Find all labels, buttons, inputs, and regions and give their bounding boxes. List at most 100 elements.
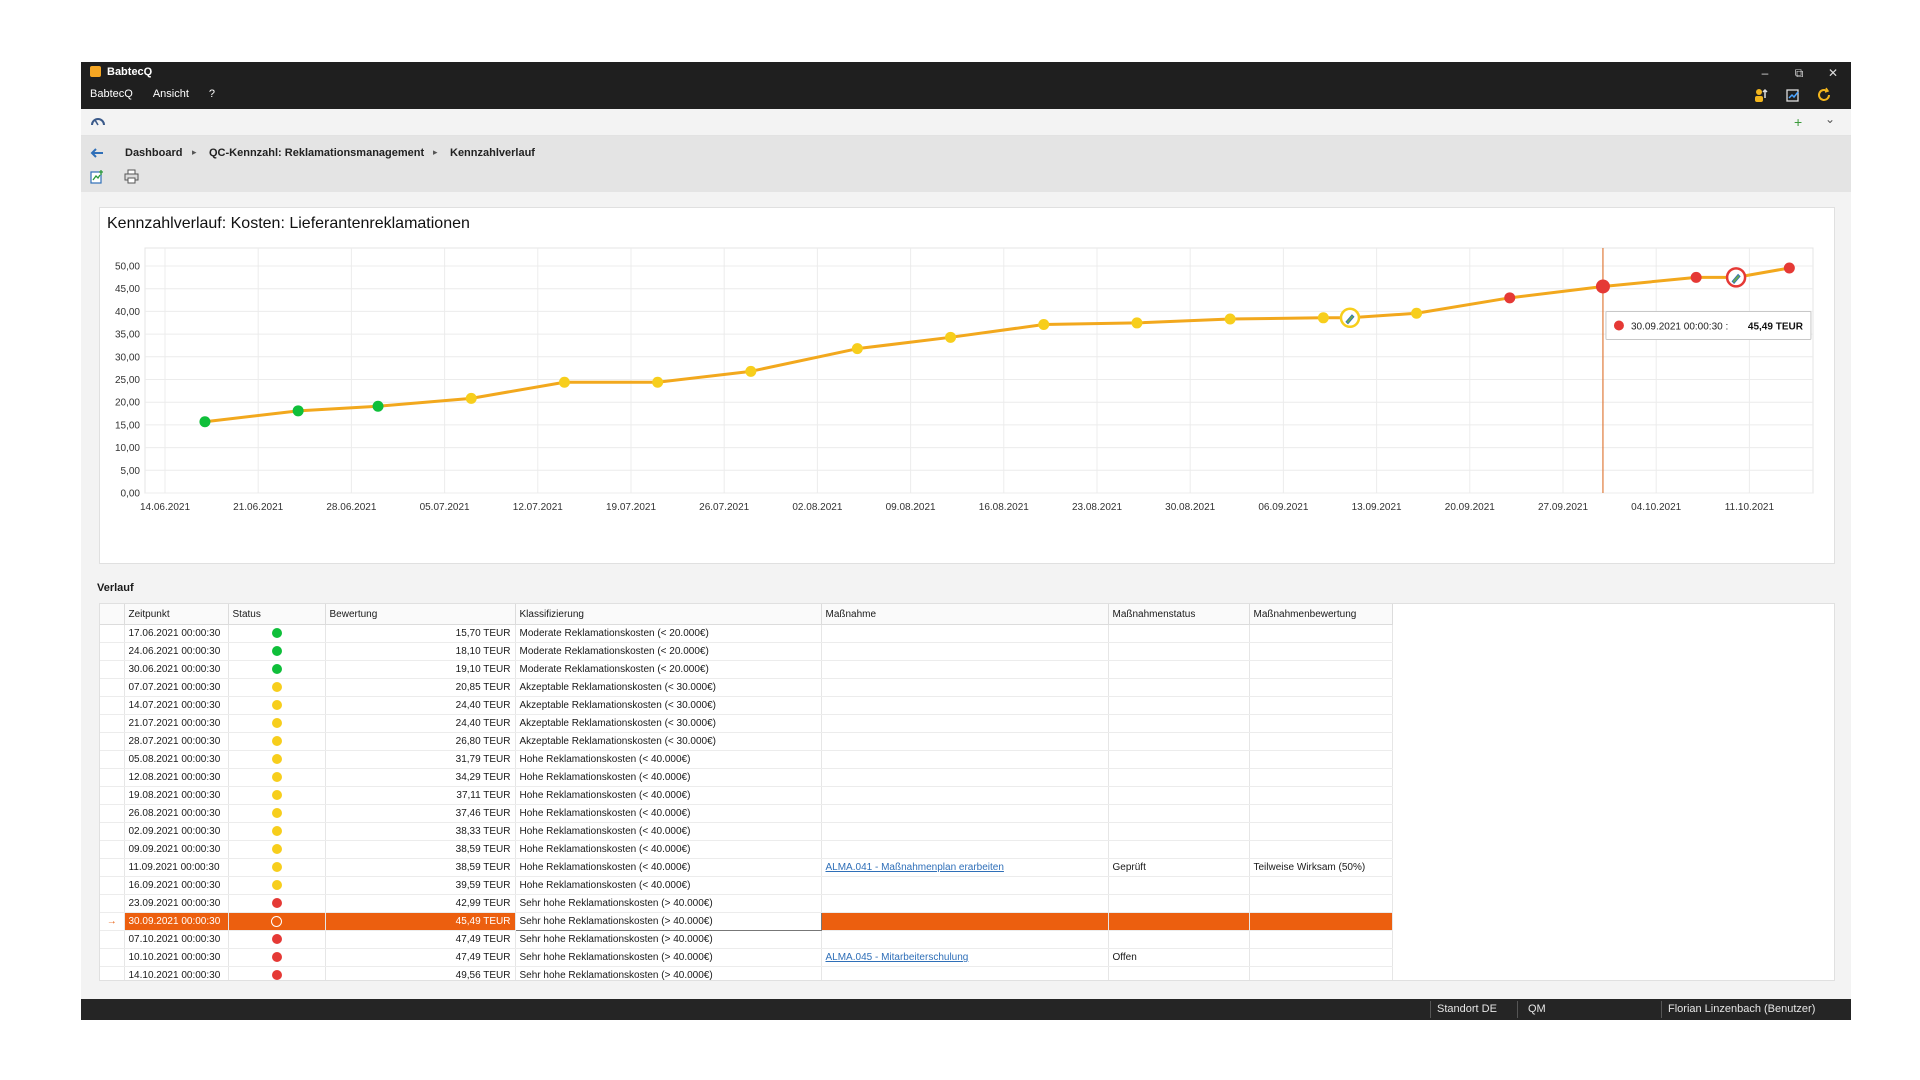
back-arrow-icon[interactable] bbox=[90, 147, 104, 159]
table-row[interactable]: 16.09.2021 00:00:30 39,59 TEUR Hohe Reklam… bbox=[100, 876, 1393, 895]
cell-massnahmenbewertung bbox=[1249, 624, 1393, 643]
cell-klassifizierung: Hohe Reklamationskosten (< 40.000€) bbox=[515, 786, 822, 805]
x-tick-label: 13.09.2021 bbox=[1352, 502, 1402, 513]
cell-klassifizierung: Hohe Reklamationskosten (< 40.000€) bbox=[515, 858, 822, 877]
verlauf-table-panel: Zeitpunkt Status Bewertung Klassifizieru… bbox=[99, 603, 1835, 981]
table-row[interactable]: 30.06.2021 00:00:30 19,10 TEUR Moderate Re… bbox=[100, 660, 1393, 679]
statusbar-separator bbox=[1517, 1001, 1518, 1018]
status-dot-icon bbox=[271, 844, 282, 855]
cell-massnahme: ALMA.045 - Mitarbeiterschulung bbox=[821, 948, 1109, 967]
table-row[interactable]: 11.09.2021 00:00:30 38,59 TEUR Hohe Reklam… bbox=[100, 858, 1393, 877]
cell-massnahme bbox=[821, 660, 1109, 679]
table-row[interactable]: 07.07.2021 00:00:30 20,85 TEUR Akzeptable … bbox=[100, 678, 1393, 697]
chart-edit-icon[interactable] bbox=[1785, 87, 1801, 103]
data-point bbox=[1595, 279, 1610, 294]
minimize-button[interactable]: – bbox=[1755, 65, 1775, 81]
kennzahl-line-chart[interactable]: 50,00 45,00 40,00 35,00 30,00 25,00 20,00 15,00… bbox=[100, 208, 1834, 563]
restore-button[interactable]: ⧉ bbox=[1789, 65, 1809, 81]
table-row[interactable]: 14.10.2021 00:00:30 49,56 TEUR Sehr hohe R… bbox=[100, 966, 1393, 980]
status-dot-icon bbox=[271, 700, 282, 711]
status-dot-icon bbox=[271, 970, 282, 980]
data-point bbox=[945, 331, 957, 343]
y-tick-label: 45,00 bbox=[115, 284, 140, 295]
breadcrumb-dashboard[interactable]: Dashboard bbox=[125, 147, 182, 159]
dashboard-gauge-icon[interactable] bbox=[90, 114, 106, 130]
series-line bbox=[204, 266, 1790, 424]
cell-massnahmenstatus bbox=[1108, 840, 1250, 859]
header-zeitpunkt[interactable]: Zeitpunkt bbox=[124, 604, 229, 625]
refresh-icon[interactable] bbox=[1816, 87, 1832, 103]
table-row[interactable]: 24.06.2021 00:00:30 18,10 TEUR Moderate Re… bbox=[100, 642, 1393, 661]
header-massnahmenstatus[interactable]: Maßnahmenstatus bbox=[1108, 604, 1250, 625]
y-tick-label: 10,00 bbox=[115, 443, 140, 454]
cell-klassifizierung: Hohe Reklamationskosten (< 40.000€) bbox=[515, 750, 822, 769]
table-row[interactable]: 09.09.2021 00:00:30 38,59 TEUR Hohe Reklam… bbox=[100, 840, 1393, 859]
menu-ansicht[interactable]: Ansicht bbox=[153, 88, 189, 100]
header-massnahmenbewertung[interactable]: Maßnahmenbewertung bbox=[1249, 604, 1393, 625]
cell-status bbox=[228, 804, 326, 823]
cell-klassifizierung: Akzeptable Reklamationskosten (< 30.000€… bbox=[515, 732, 822, 751]
export-excel-icon[interactable] bbox=[90, 169, 105, 184]
menu-help[interactable]: ? bbox=[209, 88, 215, 100]
cell-massnahmenstatus bbox=[1108, 768, 1250, 787]
row-indicator bbox=[100, 732, 125, 751]
table-row[interactable]: 14.07.2021 00:00:30 24,40 TEUR Akzeptable … bbox=[100, 696, 1393, 715]
header-massnahme[interactable]: Maßnahme bbox=[821, 604, 1109, 625]
cell-massnahmenstatus bbox=[1108, 678, 1250, 697]
table-row[interactable]: 26.08.2021 00:00:30 37,46 TEUR Hohe Reklam… bbox=[100, 804, 1393, 823]
breadcrumb-kennzahlverlauf: Kennzahlverlauf bbox=[450, 147, 535, 159]
table-row[interactable]: → 30.09.2021 00:00:30 45,49 TEUR Sehr hohe … bbox=[100, 912, 1393, 931]
cell-massnahmenstatus bbox=[1108, 750, 1250, 769]
cell-bewertung: 38,59 TEUR bbox=[325, 840, 516, 859]
row-indicator bbox=[100, 678, 125, 697]
close-button[interactable]: ✕ bbox=[1823, 65, 1843, 81]
table-row[interactable]: 07.10.2021 00:00:30 47,49 TEUR Sehr hohe R… bbox=[100, 930, 1393, 949]
cell-zeitpunkt: 28.07.2021 00:00:30 bbox=[124, 732, 229, 751]
table-row[interactable]: 17.06.2021 00:00:30 15,70 TEUR Moderate Re… bbox=[100, 624, 1393, 643]
cell-status bbox=[228, 894, 326, 913]
massnahme-link[interactable]: ALMA.045 - Mitarbeiterschulung bbox=[826, 952, 969, 963]
header-bewertung[interactable]: Bewertung bbox=[325, 604, 516, 625]
cell-klassifizierung: Akzeptable Reklamationskosten (< 30.000€… bbox=[515, 678, 822, 697]
massnahme-link[interactable]: ALMA.041 - Maßnahmenplan erarbeiten bbox=[826, 862, 1004, 873]
breadcrumb-separator: ▸ bbox=[192, 147, 197, 157]
table-row[interactable]: 05.08.2021 00:00:30 31,79 TEUR Hohe Reklam… bbox=[100, 750, 1393, 769]
cell-bewertung: 20,85 TEUR bbox=[325, 678, 516, 697]
cell-massnahme bbox=[821, 966, 1109, 980]
data-point bbox=[558, 376, 570, 388]
breadcrumb-qc-kennzahl[interactable]: QC-Kennzahl: Reklamationsmanagement bbox=[209, 147, 424, 159]
x-tick-label: 02.08.2021 bbox=[792, 502, 842, 513]
status-user: Florian Linzenbach (Benutzer) bbox=[1668, 1003, 1816, 1015]
x-tick-label: 26.07.2021 bbox=[699, 502, 749, 513]
cell-bewertung: 37,46 TEUR bbox=[325, 804, 516, 823]
cell-bewertung: 38,33 TEUR bbox=[325, 822, 516, 841]
table-row[interactable]: 12.08.2021 00:00:30 34,29 TEUR Hohe Reklam… bbox=[100, 768, 1393, 787]
verlauf-table: Zeitpunkt Status Bewertung Klassifizieru… bbox=[100, 604, 1393, 980]
table-row[interactable]: 10.10.2021 00:00:30 47,49 TEUR Sehr hohe R… bbox=[100, 948, 1393, 967]
users-icon[interactable] bbox=[1754, 87, 1770, 103]
table-row[interactable]: 02.09.2021 00:00:30 38,33 TEUR Hohe Reklam… bbox=[100, 822, 1393, 841]
x-tick-label: 27.09.2021 bbox=[1538, 502, 1588, 513]
table-row[interactable]: 21.07.2021 00:00:30 24,40 TEUR Akzeptable … bbox=[100, 714, 1393, 733]
add-tab-button[interactable]: + bbox=[1794, 114, 1802, 130]
status-dot-icon bbox=[271, 772, 282, 783]
cell-massnahme bbox=[821, 912, 1109, 931]
data-point bbox=[1504, 292, 1516, 304]
status-dot-icon bbox=[271, 790, 282, 801]
title-bar: BabtecQ BabtecQ Ansicht ? – ⧉ ✕ bbox=[81, 62, 1851, 109]
header-status[interactable]: Status bbox=[228, 604, 326, 625]
chart-panel: Kennzahlverlauf: Kosten: Lieferantenrekl… bbox=[99, 207, 1835, 564]
table-row[interactable]: 23.09.2021 00:00:30 42,99 TEUR Sehr hohe R… bbox=[100, 894, 1393, 913]
menu-babtecq[interactable]: BabtecQ bbox=[90, 88, 133, 100]
cell-klassifizierung: Hohe Reklamationskosten (< 40.000€) bbox=[515, 804, 822, 823]
table-row[interactable]: 19.08.2021 00:00:30 37,11 TEUR Hohe Reklam… bbox=[100, 786, 1393, 805]
cell-klassifizierung: Sehr hohe Reklamationskosten (> 40.000€) bbox=[515, 948, 822, 967]
print-icon[interactable] bbox=[124, 169, 139, 184]
app-logo-icon bbox=[90, 66, 101, 77]
tab-dropdown-button[interactable]: ⌄ bbox=[1825, 112, 1835, 126]
cell-status bbox=[228, 624, 326, 643]
header-klassifizierung[interactable]: Klassifizierung bbox=[515, 604, 822, 625]
cell-massnahmenbewertung bbox=[1249, 714, 1393, 733]
cell-klassifizierung: Moderate Reklamationskosten (< 20.000€) bbox=[515, 624, 822, 643]
table-row[interactable]: 28.07.2021 00:00:30 26,80 TEUR Akzeptable … bbox=[100, 732, 1393, 751]
